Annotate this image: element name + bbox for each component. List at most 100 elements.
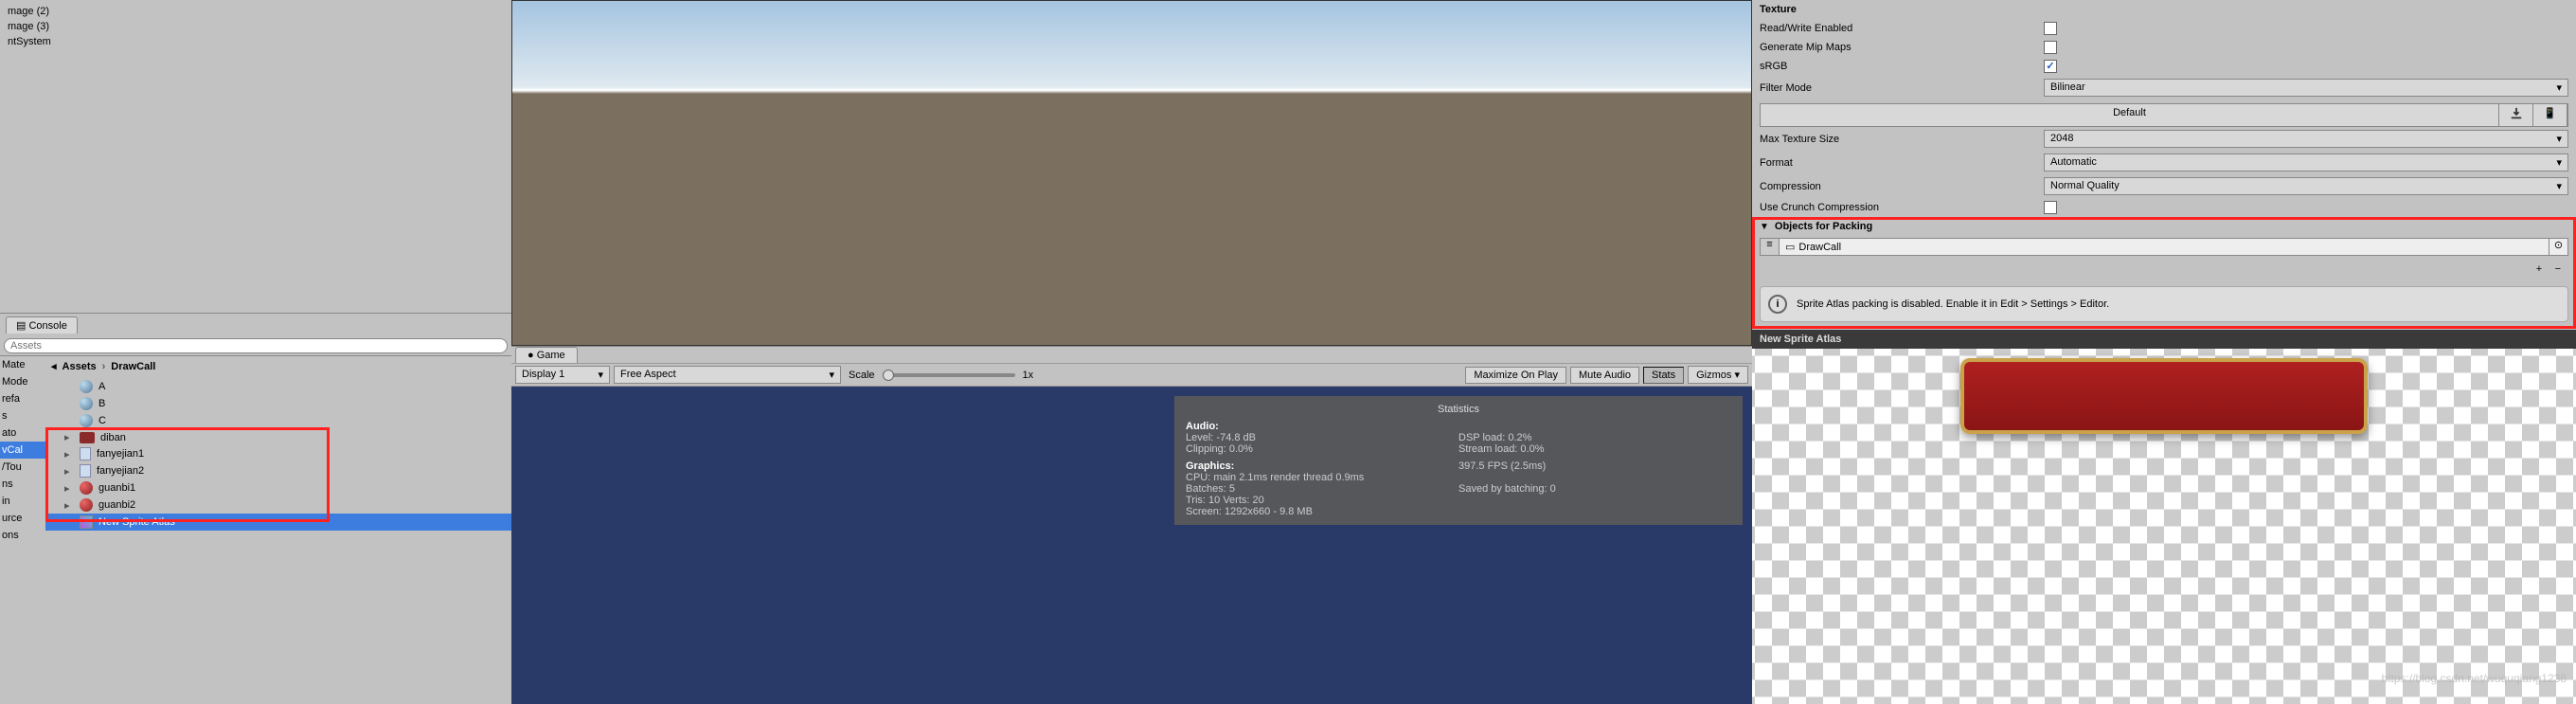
object-picker-icon[interactable]: ⊙ [2549,239,2567,255]
sphere-icon [80,414,93,427]
mipmaps-label: Generate Mip Maps [1760,42,2044,53]
compression-value: Normal Quality [2050,180,2120,192]
display-dropdown[interactable]: Display 1 ▾ [515,366,610,384]
chevron-down-icon: ▾ [2556,81,2562,94]
expand-arrow-icon[interactable]: ▸ [64,431,74,443]
platform-default-tab[interactable]: Default [1761,104,2499,126]
platform-android-tab[interactable]: 📱 [2533,104,2567,126]
asset-item[interactable]: ▸diban [45,429,511,445]
asset-item[interactable]: B [45,395,511,412]
asset-item-label: C [98,415,106,426]
stats-gfx-head: Graphics: [1186,460,1458,472]
sphere-icon [80,380,93,393]
asset-item[interactable]: C [45,412,511,429]
hierarchy-item[interactable]: ntSystem [8,34,504,49]
game-tab[interactable]: ● Game [515,347,578,363]
left-cut-label[interactable]: in [0,493,45,510]
left-cut-label[interactable]: Mode [0,373,45,390]
game-tab-bar: ● Game [511,346,1752,363]
left-cut-label[interactable]: refa [0,390,45,407]
hierarchy-panel: mage (2) mage (3) ntSystem [0,0,511,313]
asset-item-label: A [98,381,105,392]
asset-item-label: B [98,398,105,409]
left-cut-label[interactable]: Mate [0,356,45,373]
aspect-dropdown[interactable]: Free Aspect ▾ [614,366,841,384]
filter-mode-value: Bilinear [2050,81,2085,94]
max-texture-size-value: 2048 [2050,133,2073,145]
stats-overlay: Statistics Audio: Level: -74.8 dB DSP lo… [1174,396,1743,525]
breadcrumb-back-icon[interactable]: ◂ [51,360,57,372]
max-texture-size-label: Max Texture Size [1760,134,2044,145]
srgb-checkbox[interactable] [2044,60,2057,73]
project-search-bar [0,336,511,355]
filter-mode-dropdown[interactable]: Bilinear ▾ [2044,79,2568,97]
expand-arrow-icon[interactable]: ▸ [64,499,74,512]
triangle-down-icon: ▼ [1760,222,1769,232]
preview-header[interactable]: New Sprite Atlas [1752,330,2576,349]
compression-dropdown[interactable]: Normal Quality ▾ [2044,177,2568,195]
scene-view[interactable] [511,0,1752,346]
expand-arrow-icon[interactable]: ▸ [64,482,74,495]
chevron-down-icon: ▾ [2556,156,2562,169]
left-cut-label[interactable]: ato [0,424,45,442]
texture-section-head: Texture [1752,0,2576,19]
inspector-panel: Texture Read/Write Enabled Generate Mip … [1752,0,2576,704]
max-texture-size-dropdown[interactable]: 2048 ▾ [2044,130,2568,148]
stats-audio-stream: Stream load: 0.0% [1458,443,1731,455]
asset-item[interactable]: ▸guanbi1 [45,479,511,496]
gizmos-dropdown[interactable]: Gizmos ▾ [1688,366,1748,384]
asset-item-label: fanyejian1 [97,448,144,460]
left-cut-label[interactable]: vCal [0,442,45,459]
redball-icon [80,498,93,512]
asset-item[interactable]: ▸ fanyejian1 [45,445,511,462]
hierarchy-item[interactable]: mage (2) [8,4,504,19]
srgb-label: sRGB [1760,61,2044,72]
format-value: Automatic [2050,156,2097,169]
asset-item[interactable]: New Sprite Atlas [45,514,511,531]
android-icon: 📱 [2544,108,2557,119]
display-value: Display 1 [522,369,564,381]
format-label: Format [1760,157,2044,169]
stats-audio-dsp: DSP load: 0.2% [1458,432,1731,443]
stats-toggle[interactable]: Stats [1643,367,1684,384]
game-view[interactable]: Statistics Audio: Level: -74.8 dB DSP lo… [511,387,1752,704]
crunch-label: Use Crunch Compression [1760,202,2044,213]
asset-item[interactable]: ▸guanbi2 [45,496,511,514]
download-icon [2510,107,2523,120]
packing-object-field[interactable]: ≡ ▭ DrawCall ⊙ [1760,238,2568,256]
format-dropdown[interactable]: Automatic ▾ [2044,153,2568,171]
scale-slider[interactable] [883,373,1015,377]
expand-arrow-icon[interactable]: ▸ [64,465,74,478]
platform-standalone-tab[interactable] [2499,104,2533,126]
search-input[interactable] [4,338,508,353]
mipmaps-checkbox[interactable] [2044,41,2057,54]
gizmos-label: Gizmos [1696,370,1731,381]
read-write-checkbox[interactable] [2044,22,2057,35]
left-cut-label[interactable]: s [0,407,45,424]
stats-audio-level: Level: -74.8 dB [1186,432,1458,443]
left-cut-label[interactable]: urce [0,510,45,527]
expand-arrow-icon[interactable]: ▸ [64,448,74,460]
hierarchy-item[interactable]: mage (3) [8,19,504,34]
add-button[interactable]: + [2536,263,2542,275]
objects-for-packing-head[interactable]: ▼ Objects for Packing [1752,217,2576,236]
crunch-checkbox[interactable] [2044,201,2057,214]
pref-icon [80,464,91,478]
console-tab[interactable]: ▤ Console [6,316,78,334]
scale-label: Scale [845,370,879,381]
stats-tris: Tris: 10 Verts: 20 [1186,495,1731,506]
project-panel: MateModerefasatovCal/Tounsinurceons ◂ As… [0,355,511,704]
maximize-on-play-toggle[interactable]: Maximize On Play [1465,367,1566,384]
drag-handle-icon[interactable]: ≡ [1761,239,1780,255]
left-cut-label[interactable]: ns [0,476,45,493]
breadcrumb-folder[interactable]: DrawCall [111,361,155,372]
console-tab-label: Console [28,320,66,332]
left-cut-label[interactable]: ons [0,527,45,544]
left-cut-labels: MateModerefasatovCal/Tounsinurceons [0,356,45,704]
mute-audio-toggle[interactable]: Mute Audio [1570,367,1639,384]
asset-item[interactable]: ▸fanyejian2 [45,462,511,479]
left-cut-label[interactable]: /Tou [0,459,45,476]
breadcrumb-root[interactable]: Assets [63,361,97,372]
remove-button[interactable]: − [2555,263,2561,275]
asset-item[interactable]: A [45,378,511,395]
